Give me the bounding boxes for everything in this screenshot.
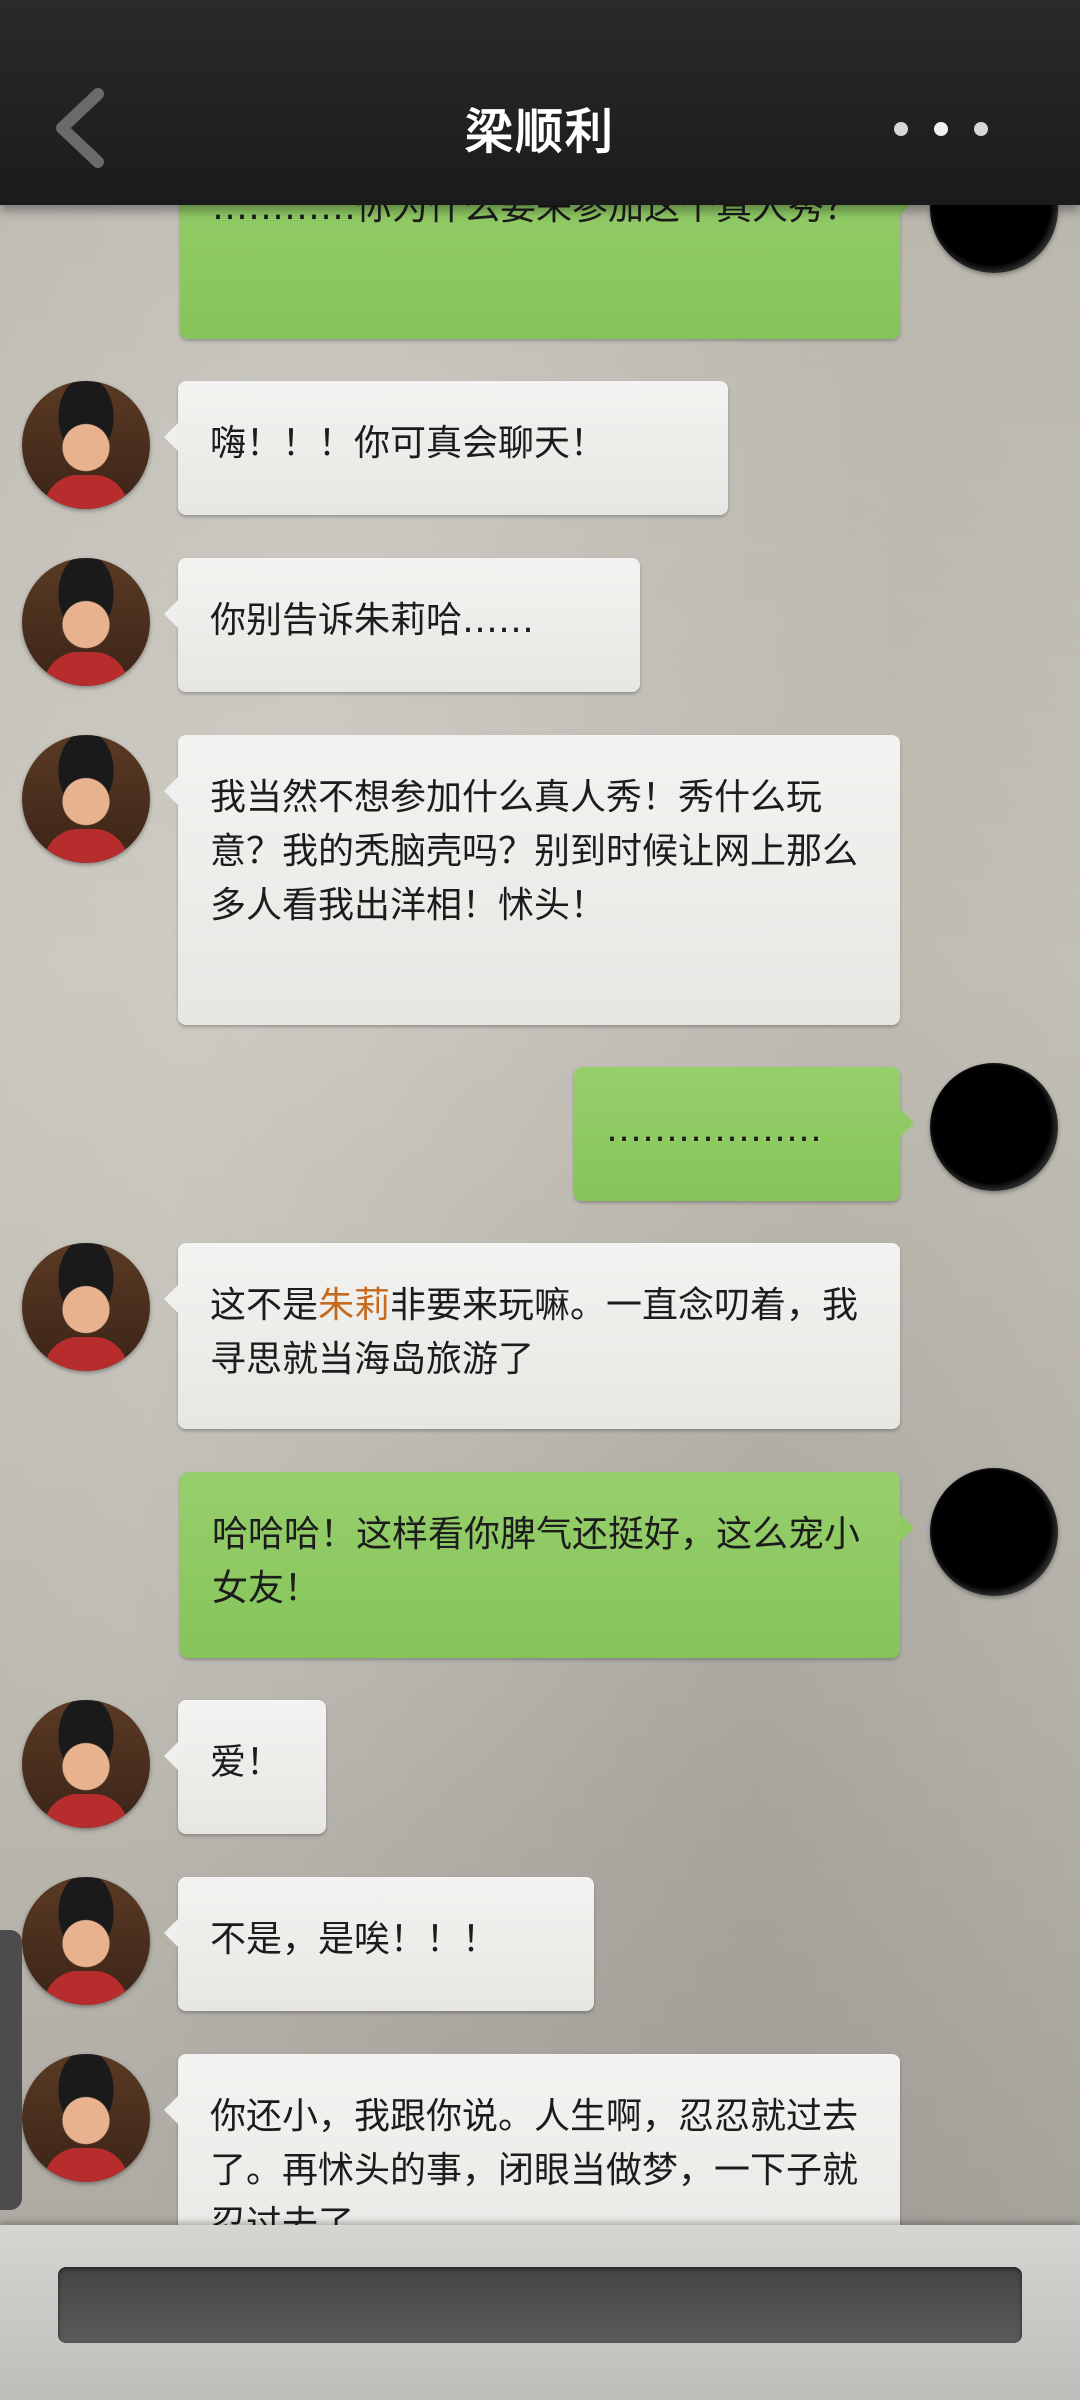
message-item-sent: ……………… [0, 1063, 1080, 1207]
contact-avatar[interactable] [22, 558, 150, 686]
chat-message-list[interactable]: …………你为什么要来参加这个真人秀？ 嗨！！！你可真会聊天！ 你别告诉朱莉哈……… [0, 205, 1080, 2225]
message-item-received: 不是，是唉！！！ [0, 1877, 1080, 2017]
top-bar: 梁顺利 [0, 0, 1080, 205]
message-bubble[interactable]: 嗨！！！你可真会聊天！ [164, 381, 728, 515]
contact-avatar[interactable] [22, 2054, 150, 2182]
message-item-received: 爱！ [0, 1700, 1080, 1840]
my-avatar[interactable] [930, 1468, 1058, 1596]
message-item-received: 我当然不想参加什么真人秀！秀什么玩意？我的秃脑壳吗？别到时候让网上那么多人看我出… [0, 735, 1080, 1035]
contact-avatar[interactable] [22, 381, 150, 509]
message-text: 这不是 [210, 1285, 319, 1326]
input-bar [0, 2225, 1080, 2400]
message-item-sent: …………你为什么要来参加这个真人秀？ [0, 205, 1080, 345]
message-item-received: 嗨！！！你可真会聊天！ [0, 381, 1080, 521]
more-options-button[interactable] [890, 110, 1000, 150]
highlighted-name: 朱莉 [318, 1285, 391, 1326]
message-bubble[interactable]: 爱！ [164, 1700, 326, 1834]
message-bubble[interactable]: 不是，是唉！！！ [164, 1877, 594, 2011]
message-item-received: 你别告诉朱莉哈…… [0, 558, 1080, 698]
message-item-received: 你还小，我跟你说。人生啊，忍忍就过去了。再怵头的事，闭眼当做梦，一下子就忍过去了… [0, 2054, 1080, 2225]
contact-avatar[interactable] [22, 735, 150, 863]
my-avatar[interactable] [930, 1063, 1058, 1191]
message-item-sent: 哈哈哈！这样看你脾气还挺好，这么宠小女友！ [0, 1468, 1080, 1662]
message-bubble[interactable]: 你别告诉朱莉哈…… [164, 558, 640, 692]
contact-avatar[interactable] [22, 1877, 150, 2005]
message-bubble[interactable]: 哈哈哈！这样看你脾气还挺好，这么宠小女友！ [180, 1472, 914, 1658]
message-item-received: 这不是朱莉非要来玩嘛。一直念叨着，我寻思就当海岛旅游了 [0, 1243, 1080, 1433]
message-bubble[interactable]: 这不是朱莉非要来玩嘛。一直念叨着，我寻思就当海岛旅游了 [164, 1243, 900, 1429]
message-bubble[interactable]: ……………… [574, 1067, 914, 1201]
contact-avatar[interactable] [22, 1243, 150, 1371]
message-bubble[interactable]: …………你为什么要来参加这个真人秀？ [180, 205, 914, 339]
side-drawer-handle[interactable] [0, 1930, 22, 2210]
more-dots-icon [894, 122, 908, 136]
contact-avatar[interactable] [22, 1700, 150, 1828]
message-input[interactable] [58, 2267, 1022, 2343]
my-avatar[interactable] [930, 205, 1058, 273]
message-bubble[interactable]: 你还小，我跟你说。人生啊，忍忍就过去了。再怵头的事，闭眼当做梦，一下子就忍过去了… [164, 2054, 900, 2225]
message-bubble[interactable]: 我当然不想参加什么真人秀！秀什么玩意？我的秃脑壳吗？别到时候让网上那么多人看我出… [164, 735, 900, 1025]
